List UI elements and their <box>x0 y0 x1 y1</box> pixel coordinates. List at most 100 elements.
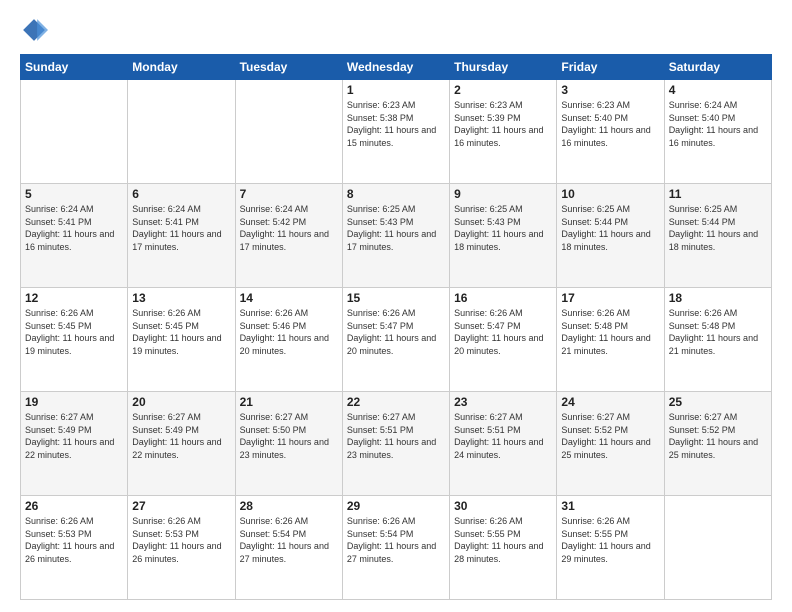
day-number: 18 <box>669 291 767 305</box>
day-info: Sunrise: 6:26 AMSunset: 5:54 PMDaylight:… <box>240 515 338 565</box>
day-number: 4 <box>669 83 767 97</box>
day-info: Sunrise: 6:25 AMSunset: 5:44 PMDaylight:… <box>561 203 659 253</box>
day-number: 19 <box>25 395 123 409</box>
calendar-day-header: Sunday <box>21 55 128 80</box>
calendar-week-row: 12 Sunrise: 6:26 AMSunset: 5:45 PMDayligh… <box>21 288 772 392</box>
calendar-table: SundayMondayTuesdayWednesdayThursdayFrid… <box>20 54 772 600</box>
calendar-day-header: Tuesday <box>235 55 342 80</box>
day-number: 12 <box>25 291 123 305</box>
calendar-cell: 14 Sunrise: 6:26 AMSunset: 5:46 PMDayligh… <box>235 288 342 392</box>
day-number: 21 <box>240 395 338 409</box>
day-number: 31 <box>561 499 659 513</box>
calendar-cell <box>235 80 342 184</box>
day-info: Sunrise: 6:27 AMSunset: 5:51 PMDaylight:… <box>347 411 445 461</box>
day-number: 26 <box>25 499 123 513</box>
day-number: 7 <box>240 187 338 201</box>
day-info: Sunrise: 6:27 AMSunset: 5:51 PMDaylight:… <box>454 411 552 461</box>
calendar-cell: 29 Sunrise: 6:26 AMSunset: 5:54 PMDayligh… <box>342 496 449 600</box>
calendar-week-row: 26 Sunrise: 6:26 AMSunset: 5:53 PMDayligh… <box>21 496 772 600</box>
header <box>20 16 772 44</box>
calendar-week-row: 19 Sunrise: 6:27 AMSunset: 5:49 PMDayligh… <box>21 392 772 496</box>
day-number: 2 <box>454 83 552 97</box>
day-info: Sunrise: 6:27 AMSunset: 5:50 PMDaylight:… <box>240 411 338 461</box>
calendar-cell: 27 Sunrise: 6:26 AMSunset: 5:53 PMDayligh… <box>128 496 235 600</box>
day-info: Sunrise: 6:23 AMSunset: 5:39 PMDaylight:… <box>454 99 552 149</box>
day-info: Sunrise: 6:26 AMSunset: 5:45 PMDaylight:… <box>25 307 123 357</box>
day-info: Sunrise: 6:25 AMSunset: 5:44 PMDaylight:… <box>669 203 767 253</box>
day-info: Sunrise: 6:23 AMSunset: 5:40 PMDaylight:… <box>561 99 659 149</box>
day-info: Sunrise: 6:26 AMSunset: 5:47 PMDaylight:… <box>347 307 445 357</box>
calendar-cell: 10 Sunrise: 6:25 AMSunset: 5:44 PMDayligh… <box>557 184 664 288</box>
day-number: 13 <box>132 291 230 305</box>
calendar-cell: 25Sunrise: 6:27 AMSunset: 5:52 PMDayligh… <box>664 392 771 496</box>
day-number: 1 <box>347 83 445 97</box>
logo <box>20 16 52 44</box>
day-info: Sunrise: 6:27 AMSunset: 5:52 PMDaylight:… <box>561 411 659 461</box>
day-number: 22 <box>347 395 445 409</box>
calendar-cell: 6Sunrise: 6:24 AMSunset: 5:41 PMDaylight… <box>128 184 235 288</box>
calendar-cell: 15 Sunrise: 6:26 AMSunset: 5:47 PMDayligh… <box>342 288 449 392</box>
day-info: Sunrise: 6:26 AMSunset: 5:46 PMDaylight:… <box>240 307 338 357</box>
calendar-cell <box>664 496 771 600</box>
calendar-cell: 18 Sunrise: 6:26 AMSunset: 5:48 PMDayligh… <box>664 288 771 392</box>
calendar-cell: 28 Sunrise: 6:26 AMSunset: 5:54 PMDayligh… <box>235 496 342 600</box>
day-info: Sunrise: 6:26 AMSunset: 5:54 PMDaylight:… <box>347 515 445 565</box>
day-info: Sunrise: 6:27 AMSunset: 5:52 PMDaylight:… <box>669 411 767 461</box>
day-number: 27 <box>132 499 230 513</box>
day-info: Sunrise: 6:26 AMSunset: 5:48 PMDaylight:… <box>561 307 659 357</box>
day-info: Sunrise: 6:26 AMSunset: 5:53 PMDaylight:… <box>132 515 230 565</box>
calendar-day-header: Thursday <box>450 55 557 80</box>
day-number: 17 <box>561 291 659 305</box>
calendar-day-header: Monday <box>128 55 235 80</box>
calendar-header-row: SundayMondayTuesdayWednesdayThursdayFrid… <box>21 55 772 80</box>
calendar-cell <box>128 80 235 184</box>
day-info: Sunrise: 6:26 AMSunset: 5:45 PMDaylight:… <box>132 307 230 357</box>
day-number: 28 <box>240 499 338 513</box>
calendar-cell: 31Sunrise: 6:26 AMSunset: 5:55 PMDayligh… <box>557 496 664 600</box>
day-info: Sunrise: 6:25 AMSunset: 5:43 PMDaylight:… <box>347 203 445 253</box>
calendar-cell: 5Sunrise: 6:24 AMSunset: 5:41 PMDaylight… <box>21 184 128 288</box>
calendar-day-header: Friday <box>557 55 664 80</box>
day-number: 8 <box>347 187 445 201</box>
calendar-cell: 3 Sunrise: 6:23 AMSunset: 5:40 PMDaylight… <box>557 80 664 184</box>
calendar-cell: 8 Sunrise: 6:25 AMSunset: 5:43 PMDaylight… <box>342 184 449 288</box>
day-info: Sunrise: 6:26 AMSunset: 5:47 PMDaylight:… <box>454 307 552 357</box>
day-number: 23 <box>454 395 552 409</box>
calendar-cell: 22 Sunrise: 6:27 AMSunset: 5:51 PMDayligh… <box>342 392 449 496</box>
day-info: Sunrise: 6:24 AMSunset: 5:41 PMDaylight:… <box>25 203 123 253</box>
day-info: Sunrise: 6:26 AMSunset: 5:48 PMDaylight:… <box>669 307 767 357</box>
calendar-cell: 17 Sunrise: 6:26 AMSunset: 5:48 PMDayligh… <box>557 288 664 392</box>
calendar-cell: 12 Sunrise: 6:26 AMSunset: 5:45 PMDayligh… <box>21 288 128 392</box>
day-number: 9 <box>454 187 552 201</box>
calendar-week-row: 1 Sunrise: 6:23 AMSunset: 5:38 PMDaylight… <box>21 80 772 184</box>
calendar-day-header: Saturday <box>664 55 771 80</box>
calendar-cell: 11 Sunrise: 6:25 AMSunset: 5:44 PMDayligh… <box>664 184 771 288</box>
calendar-cell <box>21 80 128 184</box>
day-number: 16 <box>454 291 552 305</box>
day-number: 29 <box>347 499 445 513</box>
logo-icon <box>20 16 48 44</box>
day-number: 11 <box>669 187 767 201</box>
day-info: Sunrise: 6:27 AMSunset: 5:49 PMDaylight:… <box>132 411 230 461</box>
day-number: 14 <box>240 291 338 305</box>
day-info: Sunrise: 6:24 AMSunset: 5:41 PMDaylight:… <box>132 203 230 253</box>
calendar-cell: 1 Sunrise: 6:23 AMSunset: 5:38 PMDaylight… <box>342 80 449 184</box>
day-number: 30 <box>454 499 552 513</box>
calendar-cell: 23 Sunrise: 6:27 AMSunset: 5:51 PMDayligh… <box>450 392 557 496</box>
calendar-week-row: 5Sunrise: 6:24 AMSunset: 5:41 PMDaylight… <box>21 184 772 288</box>
calendar-cell: 2 Sunrise: 6:23 AMSunset: 5:39 PMDaylight… <box>450 80 557 184</box>
calendar-cell: 19Sunrise: 6:27 AMSunset: 5:49 PMDayligh… <box>21 392 128 496</box>
calendar-cell: 4Sunrise: 6:24 AMSunset: 5:40 PMDaylight… <box>664 80 771 184</box>
day-info: Sunrise: 6:23 AMSunset: 5:38 PMDaylight:… <box>347 99 445 149</box>
day-number: 10 <box>561 187 659 201</box>
day-number: 15 <box>347 291 445 305</box>
day-number: 20 <box>132 395 230 409</box>
day-info: Sunrise: 6:26 AMSunset: 5:53 PMDaylight:… <box>25 515 123 565</box>
day-info: Sunrise: 6:24 AMSunset: 5:42 PMDaylight:… <box>240 203 338 253</box>
calendar-cell: 26 Sunrise: 6:26 AMSunset: 5:53 PMDayligh… <box>21 496 128 600</box>
page: SundayMondayTuesdayWednesdayThursdayFrid… <box>0 0 792 612</box>
day-number: 3 <box>561 83 659 97</box>
day-info: Sunrise: 6:25 AMSunset: 5:43 PMDaylight:… <box>454 203 552 253</box>
calendar-cell: 13 Sunrise: 6:26 AMSunset: 5:45 PMDayligh… <box>128 288 235 392</box>
calendar-day-header: Wednesday <box>342 55 449 80</box>
